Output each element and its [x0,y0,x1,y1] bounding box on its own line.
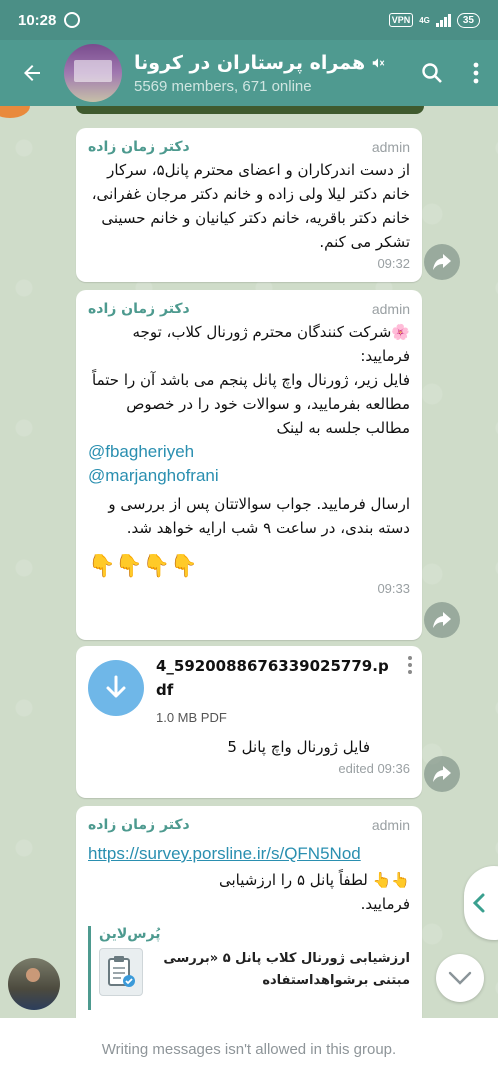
preview-site-name: پُرس‌لاین [99,926,161,942]
footer-notice-text: Writing messages isn't allowed in this g… [101,1040,397,1058]
alarm-icon [64,12,81,28]
message-author[interactable]: دکتر زمان زاده [88,139,190,155]
share-button[interactable] [424,756,460,792]
search-button[interactable] [410,40,454,106]
admin-badge: admin [371,301,410,317]
file-caption: فایل ژورنال واچ پانل 5 [227,738,370,756]
share-button[interactable] [424,602,460,638]
admin-badge: admin [371,139,410,155]
message-list[interactable]: دکتر زمان زاده admin از دست اندرکاران و … [0,106,498,1018]
file-name[interactable]: 4_5920088676339025779.pdf [156,654,396,702]
message-bubble[interactable]: دکتر زمان زاده admin https://survey.pors… [76,806,422,1018]
previous-photo [76,106,424,114]
survey-link[interactable]: https://survey.porsline.ir/s/QFN5Nod [88,842,410,866]
file-message[interactable]: 4_5920088676339025779.pdf 1.0 MB PDF فای… [76,646,422,798]
status-bar: 10:28 VPN 4G 35 [0,0,498,40]
share-icon [433,254,451,270]
more-vert-icon [473,62,479,84]
share-button[interactable] [424,244,460,280]
message-bubble[interactable]: دکتر زمان زاده admin از دست اندرکاران و … [76,128,422,282]
survey-thumbnail-icon [99,948,143,996]
member-count: 5569 members, 671 online [134,77,312,95]
search-icon [422,63,442,83]
message-bubble[interactable]: دکتر زمان زاده admin 🌸شرکت کنندگان محترم… [76,290,422,640]
mention-link[interactable]: @marjanghofrani [88,464,410,488]
message-text: ارسال فرمایید. جواب سوالاتتان پس از بررس… [103,495,410,537]
scroll-down-button[interactable] [436,954,484,1002]
mention-link[interactable]: @fbagheriyeh [88,440,410,464]
more-button[interactable] [454,40,498,106]
download-button[interactable] [88,660,144,716]
message-text: 👆👆 لطفاً پانل ۵ را ارزشیابی فرمایید. [214,871,410,913]
group-avatar[interactable] [64,44,122,102]
file-size: 1.0 MB PDF [156,710,227,725]
side-panel-handle[interactable] [464,866,498,940]
back-arrow-icon [24,65,40,81]
signal-icon [435,13,451,27]
message-time: edited 09:36 [338,761,410,776]
link-preview[interactable]: پُرس‌لاین ارزشیابی ژورنال کلاب پانل ۵ «ب… [88,926,410,1010]
message-time: 09:33 [377,581,410,596]
share-icon [433,766,451,782]
pointing-down-emojis: 👇👇👇👇 [88,554,198,579]
share-icon [433,612,451,628]
battery-indicator: 35 [456,12,480,28]
vpn-badge: VPN [388,13,414,27]
message-text: از دست اندرکاران و اعضای محترم پانل۵، سر… [86,161,410,251]
chat-title-block[interactable]: همراه پرستاران در کرونا 5569 members, 67… [134,52,410,95]
mute-icon [372,57,385,68]
file-menu-button[interactable] [408,656,412,677]
message-author[interactable]: دکتر زمان زاده [88,817,190,833]
network-type: 4G [419,15,430,25]
chat-title: همراه پرستاران در کرونا [134,51,366,74]
admin-badge: admin [371,817,410,833]
message-text: 🌸شرکت کنندگان محترم ژورنال کلاب، توجه فر… [92,323,410,437]
download-icon [106,675,126,698]
message-time: 09:32 [377,256,410,271]
chevron-left-icon [472,893,485,913]
back-button[interactable] [0,40,64,106]
preview-description: ارزشیابی ژورنال کلاب پانل ۵ «بررسی مبتنی… [163,951,410,988]
message-author[interactable]: دکتر زمان زاده [88,301,190,317]
chat-header: همراه پرستاران در کرونا 5569 members, 67… [0,40,498,106]
read-only-notice: Writing messages isn't allowed in this g… [0,1018,498,1080]
sender-avatar[interactable] [8,958,60,1010]
status-time: 10:28 [18,11,57,29]
partial-avatar [0,106,30,118]
chevron-down-icon [448,971,472,985]
